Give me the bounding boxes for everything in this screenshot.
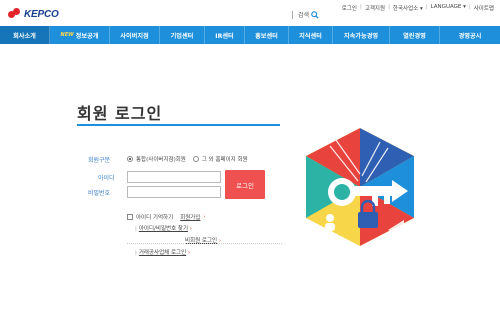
chevron-right-icon: ›	[187, 250, 191, 256]
util-office-label: 한국사업소	[392, 6, 419, 12]
search-label[interactable]: 검색	[298, 10, 309, 19]
member-type-options: 통합(사이버지점)회원 그 외 홈페이지 회원	[127, 155, 248, 163]
member-type-label: 회원구분	[88, 157, 111, 164]
nav-item-disclosure[interactable]: 경영공시	[440, 26, 500, 44]
dotted-divider	[127, 243, 282, 244]
util-sitemap-link[interactable]: 사이트맵	[474, 4, 494, 12]
nav-item-sustainability[interactable]: 지속가능경영	[333, 26, 390, 44]
radio-other-label[interactable]: 그 외 홈페이지 회원	[202, 155, 248, 163]
id-input[interactable]	[127, 171, 221, 183]
main-nav: 회사소개 NEW 정보공개 사이버지점 기업센터 IR센터 홍보센터 지식센터 지…	[0, 26, 500, 44]
divider	[292, 10, 293, 19]
util-office-link[interactable]: 한국사업소 ▾	[393, 4, 423, 12]
security-key-illustration	[306, 128, 414, 246]
new-badge: NEW	[60, 32, 74, 38]
separator: |	[135, 250, 137, 256]
separator: |	[359, 4, 362, 10]
password-label: 비밀번호	[88, 190, 111, 197]
remember-row: 아이디 기억하기 회원가입 ›	[127, 213, 206, 221]
nav-item-open-management[interactable]: 열린경영	[390, 26, 440, 44]
chevron-right-icon: ›	[203, 214, 206, 220]
nav-item-cyber-branch[interactable]: 사이버지점	[110, 26, 160, 44]
page-title: 회원 로그인	[77, 104, 163, 123]
separator: |	[135, 226, 137, 232]
nav-item-ir-center[interactable]: IR센터	[205, 26, 245, 44]
kepco-logo[interactable]: KEPCO	[8, 8, 59, 20]
nav-item-info-label: 정보공개	[75, 32, 99, 40]
search-icon[interactable]	[311, 10, 319, 19]
util-language-label: LANGUAGE	[430, 4, 462, 10]
chevron-right-icon: ›	[189, 226, 192, 232]
title-underline	[77, 124, 280, 126]
nav-item-business-center[interactable]: 기업센터	[160, 26, 205, 44]
join-link[interactable]: 회원가입	[180, 213, 200, 221]
nav-item-pr-center[interactable]: 홍보센터	[245, 26, 289, 44]
separator: |	[388, 4, 390, 10]
nav-item-info[interactable]: NEW 정보공개	[50, 26, 110, 44]
util-language-link[interactable]: LANGUAGE ▾	[431, 4, 466, 12]
id-label: 아이디	[98, 175, 115, 182]
separator: |	[468, 4, 471, 10]
util-support-link[interactable]: 고객지원	[365, 4, 385, 12]
remember-id-checkbox[interactable]	[127, 214, 133, 220]
radio-integrated-label[interactable]: 통합(사이버지점)회원	[136, 155, 186, 163]
separator: |	[425, 4, 428, 10]
corporate-link-label: 거래공사업체 로그인	[138, 250, 187, 256]
login-button[interactable]: 로그인	[225, 170, 265, 199]
utility-links: 로그인 | 고객지원 | 한국사업소 ▾ | LANGUAGE ▾ | 사이트맵	[342, 4, 494, 12]
search-area[interactable]: 검색	[292, 10, 319, 19]
radio-other[interactable]	[192, 156, 199, 162]
nav-item-knowledge-center[interactable]: 지식센터	[289, 26, 333, 44]
util-login-link[interactable]: 로그인	[342, 4, 357, 12]
logo-text: KEPCO	[24, 8, 59, 20]
header: KEPCO 검색 로그인 | 고객지원 | 한국사업소 ▾ | LANGUAGE…	[0, 0, 500, 26]
corporate-login-link[interactable]: | 거래공사업체 로그인 ›	[135, 248, 190, 256]
find-id-password-link[interactable]: | 아이디/비밀번호 찾기 ›	[135, 224, 192, 232]
radio-integrated[interactable]	[127, 156, 133, 162]
find-link-label: 아이디/비밀번호 찾기	[138, 226, 189, 232]
nav-item-company[interactable]: 회사소개	[0, 26, 50, 44]
remember-id-label[interactable]: 아이디 기억하기	[136, 213, 173, 221]
logo-mark-icon	[8, 8, 22, 20]
password-input[interactable]	[127, 186, 221, 198]
